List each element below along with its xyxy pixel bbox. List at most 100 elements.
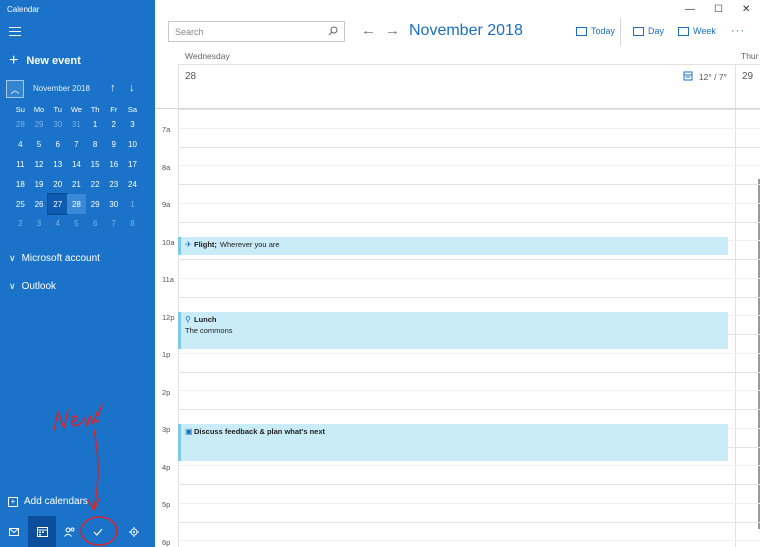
mini-calendar-day[interactable]: 31 xyxy=(67,115,86,135)
sidebar: Calendar + New event ︿ November 2018 ↑ ↓… xyxy=(0,0,155,547)
mini-calendar-day[interactable]: 3 xyxy=(30,214,49,234)
hour-gridline xyxy=(178,371,760,373)
mini-calendar-day[interactable]: 4 xyxy=(11,135,30,155)
mini-calendar-day[interactable]: 9 xyxy=(104,135,123,155)
mini-calendar-day[interactable]: 5 xyxy=(30,135,49,155)
mini-calendar-day[interactable]: 1 xyxy=(123,194,142,214)
hour-row[interactable]: 6p xyxy=(155,521,760,547)
new-event-button[interactable]: + New event xyxy=(9,53,81,69)
weather-icon xyxy=(683,71,693,83)
next-date-number: 29 xyxy=(742,71,754,82)
mini-calendar-day[interactable]: 24 xyxy=(123,174,142,194)
chat-icon: ▣ xyxy=(185,427,193,436)
mini-calendar-day[interactable]: 5 xyxy=(67,214,86,234)
mini-calendar-day[interactable]: 30 xyxy=(48,115,67,135)
airplane-icon: ✈ xyxy=(185,239,192,249)
mini-calendar-day[interactable]: 16 xyxy=(104,155,123,175)
mini-calendar-day[interactable]: 6 xyxy=(86,214,105,234)
maximize-button[interactable]: ☐ xyxy=(714,4,723,15)
mini-calendar-day[interactable]: 22 xyxy=(86,174,105,194)
hour-label: 6p xyxy=(162,537,171,547)
mini-calendar-day[interactable]: 1 xyxy=(86,115,105,135)
chevron-down-icon: ∨ xyxy=(9,281,16,291)
hour-label: 9a xyxy=(162,200,171,209)
mini-calendar-day[interactable]: 29 xyxy=(30,115,49,135)
day-view-button[interactable]: Day xyxy=(633,26,664,36)
mini-calendar-day[interactable]: 26 xyxy=(30,194,49,214)
people-icon[interactable] xyxy=(56,516,84,547)
mini-calendar-day[interactable]: 15 xyxy=(86,155,105,175)
hamburger-menu-icon[interactable] xyxy=(9,27,21,37)
section-outlook[interactable]: ∨ Outlook xyxy=(9,281,56,292)
today-button[interactable]: Today xyxy=(576,26,615,36)
calendar-icon[interactable] xyxy=(28,516,56,547)
mini-calendar-day[interactable]: 27 xyxy=(47,193,69,215)
mini-calendar-day[interactable]: 10 xyxy=(123,135,142,155)
half-hour-gridline xyxy=(178,277,760,279)
mini-calendar-day[interactable]: 21 xyxy=(67,174,86,194)
next-all-day-row[interactable]: 29 xyxy=(735,64,760,108)
add-calendars-label: Add calendars xyxy=(24,496,88,507)
calendar-event[interactable]: ⚲ Lunch The commons xyxy=(178,311,728,349)
minimize-button[interactable]: — xyxy=(685,4,695,15)
calendar-event[interactable]: ✈ Flight; Wherever you are xyxy=(178,236,728,255)
todo-icon[interactable] xyxy=(84,516,112,547)
week-view-icon xyxy=(678,26,689,36)
mini-calendar-day[interactable]: 23 xyxy=(104,174,123,194)
section-microsoft-account[interactable]: ∨ Microsoft account xyxy=(9,253,100,264)
mini-calendar-day[interactable]: 17 xyxy=(123,155,142,175)
mini-calendar-day[interactable]: 11 xyxy=(11,155,30,175)
add-calendars-button[interactable]: + Add calendars xyxy=(8,496,88,507)
mini-calendar-day[interactable]: 2 xyxy=(104,115,123,135)
mini-calendar-day[interactable]: 25 xyxy=(11,194,30,214)
search-input[interactable]: Search xyxy=(168,21,345,42)
mini-calendar-day[interactable]: 8 xyxy=(86,135,105,155)
previous-month-arrow-icon[interactable]: ↑ xyxy=(110,82,116,94)
next-month-arrow-icon[interactable]: ↓ xyxy=(129,82,135,94)
mini-calendar-day[interactable]: 28 xyxy=(11,115,30,135)
hour-row[interactable]: 8a xyxy=(155,146,760,185)
mini-calendar-day[interactable]: 4 xyxy=(48,214,67,234)
mini-calendar-day[interactable]: 28 xyxy=(67,194,86,214)
mail-icon[interactable] xyxy=(0,516,28,547)
week-view-button[interactable]: Week xyxy=(678,26,716,36)
next-arrow-icon[interactable]: → xyxy=(385,22,400,39)
mini-calendar-day[interactable]: 29 xyxy=(86,194,105,214)
hour-row[interactable]: 9a xyxy=(155,184,760,222)
section-label: Outlook xyxy=(21,281,57,292)
mini-calendar-day[interactable]: 6 xyxy=(48,135,67,155)
hour-row[interactable]: 7a xyxy=(155,109,760,147)
mini-calendar-grid: Su Mo Tu We Th Fr Sa 28 29 30 31 1 2 3 4 5 6 7 8 9 10 11 12 13 1… xyxy=(11,103,142,234)
mini-calendar-day[interactable]: 19 xyxy=(30,174,49,194)
all-day-row[interactable]: 28 12° / 7° xyxy=(178,64,735,108)
day-view-icon xyxy=(633,26,644,36)
mini-calendar-day[interactable]: 30 xyxy=(104,194,123,214)
month-title[interactable]: November 2018 xyxy=(409,22,523,40)
mini-calendar-day[interactable]: 3 xyxy=(123,115,142,135)
mini-calendar-month[interactable]: November 2018 xyxy=(33,84,90,93)
today-calendar-icon xyxy=(576,26,587,36)
section-label: Microsoft account xyxy=(21,253,100,264)
hour-row[interactable]: 5p xyxy=(155,484,760,522)
collapse-calendar-button[interactable]: ︿ xyxy=(6,80,24,98)
calendar-event[interactable]: ▣Discuss feedback & plan what's next xyxy=(178,424,728,461)
more-options-icon[interactable]: ··· xyxy=(731,25,745,37)
mini-calendar-day[interactable]: 14 xyxy=(67,155,86,175)
mini-calendar-day[interactable]: 13 xyxy=(48,155,67,175)
mini-calendar-day[interactable]: 8 xyxy=(123,214,142,234)
mini-calendar-day[interactable]: 7 xyxy=(67,135,86,155)
settings-icon[interactable] xyxy=(112,516,155,547)
hour-row[interactable]: 11a xyxy=(155,259,760,297)
previous-arrow-icon[interactable]: ← xyxy=(361,22,376,39)
mini-calendar-day[interactable]: 7 xyxy=(104,214,123,234)
half-hour-gridline xyxy=(178,502,760,504)
close-button[interactable]: ✕ xyxy=(742,4,750,15)
hour-row[interactable]: 2p xyxy=(155,371,760,410)
search-icon[interactable] xyxy=(328,26,338,38)
mini-calendar-day[interactable]: 2 xyxy=(11,214,30,234)
mini-calendar-day[interactable]: 12 xyxy=(30,155,49,175)
mini-calendar-day[interactable]: 20 xyxy=(48,174,67,194)
mini-calendar-day[interactable]: 18 xyxy=(11,174,30,194)
weekday-label: Sa xyxy=(127,104,138,114)
event-title: Discuss feedback & plan what's next xyxy=(194,427,325,436)
